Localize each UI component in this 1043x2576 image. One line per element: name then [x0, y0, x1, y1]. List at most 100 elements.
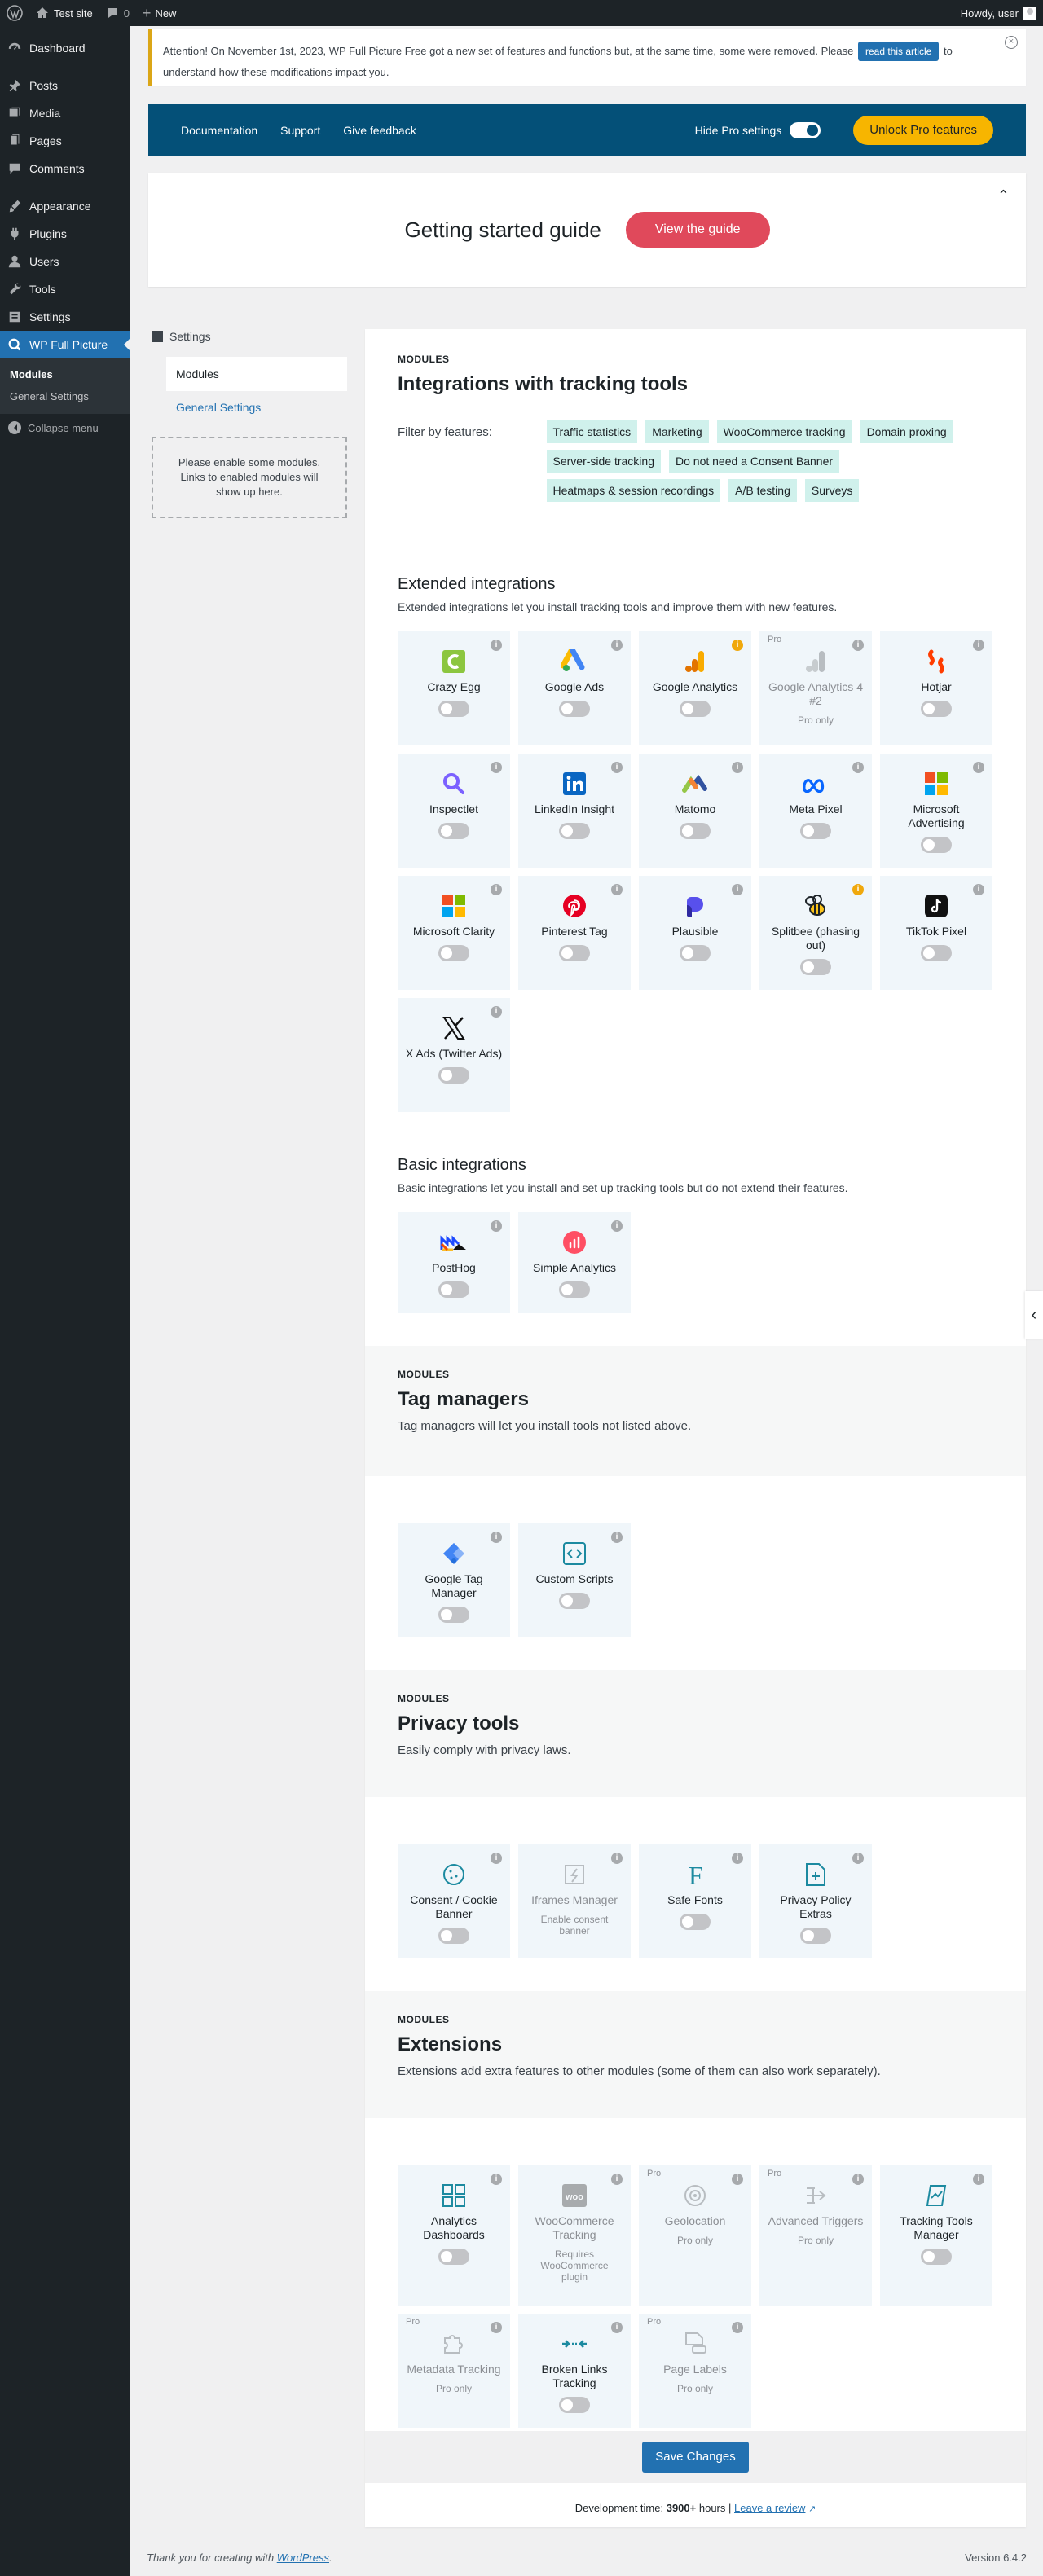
info-icon[interactable]: i	[732, 762, 743, 773]
save-changes-button[interactable]: Save Changes	[642, 2442, 749, 2473]
module-toggle[interactable]	[559, 1593, 590, 1609]
info-icon[interactable]: i	[611, 1532, 623, 1543]
module-toggle[interactable]	[438, 1928, 469, 1944]
module-toggle[interactable]	[438, 2249, 469, 2265]
info-icon[interactable]: i	[852, 762, 864, 773]
info-icon[interactable]: i	[611, 2322, 623, 2333]
filter-tag[interactable]: Surveys	[804, 479, 860, 502]
info-icon[interactable]: i	[973, 2174, 984, 2185]
filter-tag[interactable]: Server-side tracking	[546, 450, 661, 473]
info-icon[interactable]: i	[852, 1853, 864, 1864]
info-icon[interactable]: i	[732, 884, 743, 895]
module-toggle[interactable]	[680, 945, 711, 961]
info-icon[interactable]: i	[973, 762, 984, 773]
info-icon[interactable]: i	[973, 640, 984, 651]
new-content-link[interactable]: + New	[136, 0, 183, 26]
unlock-pro-button[interactable]: Unlock Pro features	[853, 116, 993, 145]
module-toggle[interactable]	[559, 945, 590, 961]
wordpress-link[interactable]: WordPress	[277, 2552, 329, 2564]
menu-posts[interactable]: Posts	[0, 72, 130, 99]
info-icon[interactable]: i	[852, 2174, 864, 2185]
info-icon[interactable]: i	[732, 640, 743, 651]
module-toggle[interactable]	[559, 701, 590, 717]
collapse-menu-button[interactable]: Collapse menu	[0, 414, 130, 442]
module-toggle[interactable]	[800, 823, 831, 839]
menu-pages[interactable]: Pages	[0, 127, 130, 155]
module-toggle[interactable]	[438, 945, 469, 961]
submenu-modules[interactable]: Modules	[0, 363, 130, 385]
module-toggle[interactable]	[921, 701, 952, 717]
module-toggle[interactable]	[438, 1067, 469, 1084]
filter-tag[interactable]: WooCommerce tracking	[716, 420, 852, 443]
module-toggle[interactable]	[559, 823, 590, 839]
menu-users[interactable]: Users	[0, 248, 130, 275]
module-toggle[interactable]	[680, 823, 711, 839]
module-toggle[interactable]	[438, 1281, 469, 1298]
chevron-up-icon[interactable]: ⌃	[997, 187, 1010, 204]
view-guide-button[interactable]: View the guide	[625, 212, 770, 248]
menu-appearance[interactable]: Appearance	[0, 192, 130, 220]
module-toggle[interactable]	[921, 945, 952, 961]
module-toggle[interactable]	[800, 1928, 831, 1944]
menu-wp-full-picture[interactable]: WP Full Picture	[0, 331, 130, 358]
info-icon[interactable]: i	[491, 2174, 502, 2185]
module-toggle[interactable]	[680, 1914, 711, 1930]
menu-media[interactable]: Media	[0, 99, 130, 127]
info-icon[interactable]: i	[491, 762, 502, 773]
hide-pro-toggle[interactable]	[790, 122, 821, 138]
menu-plugins[interactable]: Plugins	[0, 220, 130, 248]
menu-dashboard[interactable]: Dashboard	[0, 34, 130, 62]
module-toggle[interactable]	[800, 959, 831, 975]
filter-tag[interactable]: Marketing	[645, 420, 709, 443]
info-icon[interactable]: i	[491, 1006, 502, 1018]
info-icon[interactable]: i	[491, 884, 502, 895]
info-icon[interactable]: i	[611, 884, 623, 895]
module-toggle[interactable]	[921, 837, 952, 853]
info-icon[interactable]: i	[973, 884, 984, 895]
info-icon[interactable]: i	[611, 762, 623, 773]
menu-tools[interactable]: Tools	[0, 275, 130, 303]
info-icon[interactable]: i	[491, 640, 502, 651]
filter-tag[interactable]: Heatmaps & session recordings	[546, 479, 721, 502]
module-toggle[interactable]	[559, 1281, 590, 1298]
comments-link[interactable]: 0	[99, 0, 136, 26]
info-icon[interactable]: i	[732, 2174, 743, 2185]
support-link[interactable]: Support	[280, 124, 320, 137]
read-article-button[interactable]: read this article	[857, 42, 940, 61]
chevron-left-icon[interactable]: ‹	[1025, 1291, 1043, 1339]
info-icon[interactable]: i	[732, 1853, 743, 1864]
info-icon[interactable]: i	[611, 1853, 623, 1864]
info-icon[interactable]: i	[852, 640, 864, 651]
info-icon[interactable]: i	[491, 1532, 502, 1543]
info-icon[interactable]: i	[732, 2322, 743, 2333]
info-icon[interactable]: i	[611, 2174, 623, 2185]
info-icon[interactable]: i	[852, 884, 864, 895]
info-icon[interactable]: i	[611, 640, 623, 651]
submenu-general-settings[interactable]: General Settings	[0, 385, 130, 407]
nav-general-settings[interactable]: General Settings	[176, 396, 352, 419]
filter-tag[interactable]: Do not need a Consent Banner	[669, 450, 840, 473]
filter-tag[interactable]: A/B testing	[728, 479, 797, 502]
documentation-link[interactable]: Documentation	[181, 124, 257, 137]
wordpress-logo-icon[interactable]	[0, 0, 29, 26]
info-icon[interactable]: i	[611, 1220, 623, 1232]
info-icon[interactable]: i	[491, 2322, 502, 2333]
menu-comments[interactable]: Comments	[0, 155, 130, 182]
filter-tag[interactable]: Traffic statistics	[546, 420, 638, 443]
module-toggle[interactable]	[438, 823, 469, 839]
module-toggle[interactable]	[438, 1607, 469, 1623]
filter-tag[interactable]: Domain proxing	[860, 420, 953, 443]
module-toggle[interactable]	[680, 701, 711, 717]
give-feedback-link[interactable]: Give feedback	[343, 124, 416, 137]
module-toggle[interactable]	[438, 701, 469, 717]
account-menu[interactable]: Howdy, user	[961, 0, 1036, 26]
nav-modules[interactable]: Modules	[166, 357, 347, 391]
site-name-link[interactable]: Test site	[29, 0, 99, 26]
leave-review-link[interactable]: Leave a review	[734, 2502, 805, 2514]
module-toggle[interactable]	[921, 2249, 952, 2265]
module-toggle[interactable]	[559, 2397, 590, 2413]
info-icon[interactable]: i	[491, 1853, 502, 1864]
info-icon[interactable]: i	[491, 1220, 502, 1232]
close-icon[interactable]: ×	[1005, 36, 1018, 49]
menu-settings[interactable]: Settings	[0, 303, 130, 331]
